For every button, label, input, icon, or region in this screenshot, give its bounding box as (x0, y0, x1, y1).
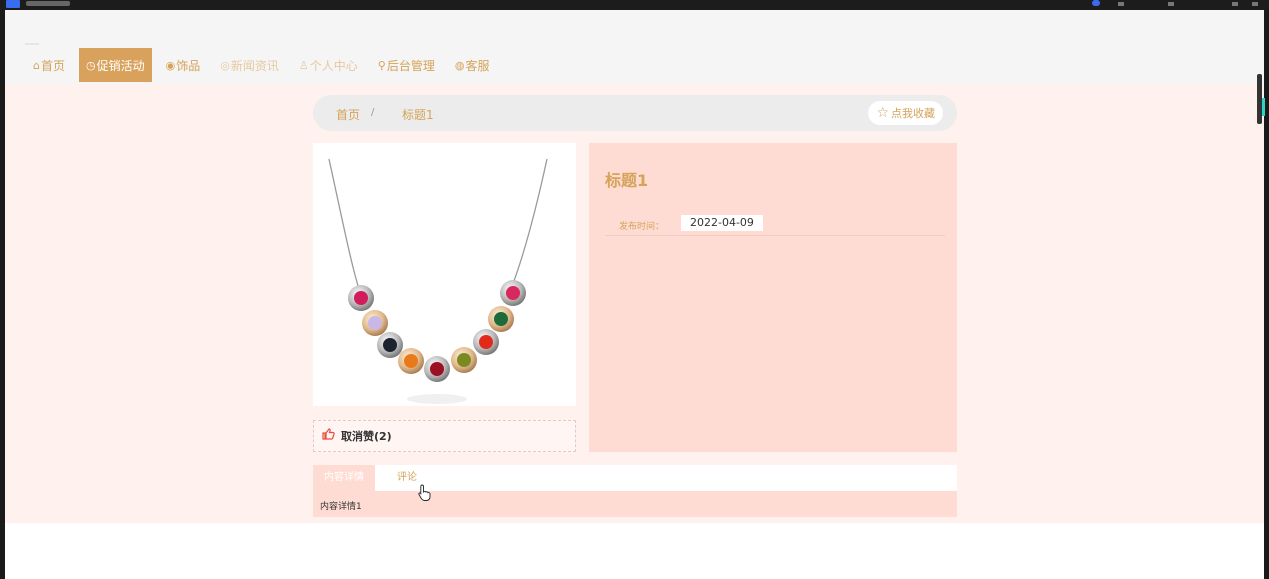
product-title: 标题1 (605, 171, 649, 190)
nav-item-personal-center[interactable]: ♙ 个人中心 (293, 48, 364, 82)
gem-icon: ◉ (165, 58, 176, 72)
nav-item-news[interactable]: ◎ 新闻资讯 (214, 48, 285, 82)
nav-item-label: 客服 (465, 58, 490, 73)
browser-viewport: ⌂ 首页 ◷ 促销活动 ◉ 饰品 ◎ 新闻资讯 ♙ 个人中心 ⚲ 后台管理 ◍ … (5, 10, 1264, 579)
nav-item-label: 个人中心 (309, 58, 358, 73)
nav-item-label: 后台管理 (386, 58, 435, 73)
content-band: 首页 / 标题1 ☆ 点我收藏 取消赞(2) 标题1 发布时间： 2022-04… (5, 84, 1264, 523)
breadcrumb-home-link[interactable]: 首页 (336, 106, 360, 123)
nav-item-accessories[interactable]: ◉ 饰品 (160, 48, 207, 82)
detail-content: 内容详情1 (313, 491, 957, 517)
window-titlebar (0, 0, 1269, 10)
service-icon: ◍ (454, 58, 465, 72)
unlike-button[interactable]: 取消赞(2) (313, 420, 576, 452)
necklace-image (313, 143, 576, 406)
link-icon: ⚲ (377, 58, 386, 72)
close-icon[interactable] (1252, 2, 1258, 6)
minimize-icon[interactable] (1232, 2, 1238, 6)
favorite-button-label: 点我收藏 (891, 107, 935, 120)
breadcrumb-separator: / (371, 107, 375, 118)
breadcrumb: 首页 / 标题1 ☆ 点我收藏 (313, 95, 957, 131)
nav-item-promotions[interactable]: ◷ 促销活动 (79, 48, 152, 82)
main-nav: ⌂ 首页 ◷ 促销活动 ◉ 饰品 ◎ 新闻资讯 ♙ 个人中心 ⚲ 后台管理 ◍ … (27, 48, 503, 82)
favorite-button[interactable]: ☆ 点我收藏 (868, 101, 943, 125)
status-dot-icon (1092, 0, 1100, 6)
hand-cursor-icon (418, 484, 432, 505)
detail-tabs: 内容详情 评论 (313, 465, 957, 491)
titlebar-control-icon[interactable] (1168, 2, 1174, 6)
star-icon: ☆ (876, 105, 889, 121)
publish-time-value: 2022-04-09 (681, 215, 763, 231)
news-icon: ◎ (220, 58, 230, 72)
thumbs-up-icon (322, 428, 335, 444)
scrollbar-thumb[interactable] (1262, 98, 1265, 116)
app-name-blur (26, 1, 70, 6)
nav-item-label: 首页 (40, 58, 65, 73)
nav-item-label: 新闻资讯 (230, 58, 279, 73)
unlike-label: 取消赞(2) (341, 430, 392, 443)
user-icon: ♙ (298, 58, 309, 72)
product-info-panel: 标题1 发布时间： 2022-04-09 (589, 143, 957, 452)
nav-item-customer-service[interactable]: ◍ 客服 (449, 48, 496, 82)
nav-item-home[interactable]: ⌂ 首页 (27, 48, 71, 82)
app-icon (6, 0, 20, 8)
home-icon: ⌂ (33, 58, 40, 72)
nav-item-label: 饰品 (176, 58, 201, 73)
nav-item-label: 促销活动 (96, 58, 145, 73)
publish-time-label: 发布时间： (619, 222, 665, 232)
publish-time-row: 发布时间： 2022-04-09 (605, 215, 945, 236)
nav-item-admin[interactable]: ⚲ 后台管理 (372, 48, 441, 82)
tab-content-detail[interactable]: 内容详情 (313, 465, 375, 491)
breadcrumb-current: 标题1 (402, 108, 434, 122)
detail-text: 内容详情1 (320, 502, 362, 512)
site-logo (25, 43, 39, 45)
clock-icon: ◷ (86, 58, 96, 72)
tab-comments[interactable]: 评论 (397, 465, 417, 491)
top-navigation-bar: ⌂ 首页 ◷ 促销活动 ◉ 饰品 ◎ 新闻资讯 ♙ 个人中心 ⚲ 后台管理 ◍ … (5, 10, 1264, 84)
titlebar-control-icon[interactable] (1118, 2, 1124, 6)
